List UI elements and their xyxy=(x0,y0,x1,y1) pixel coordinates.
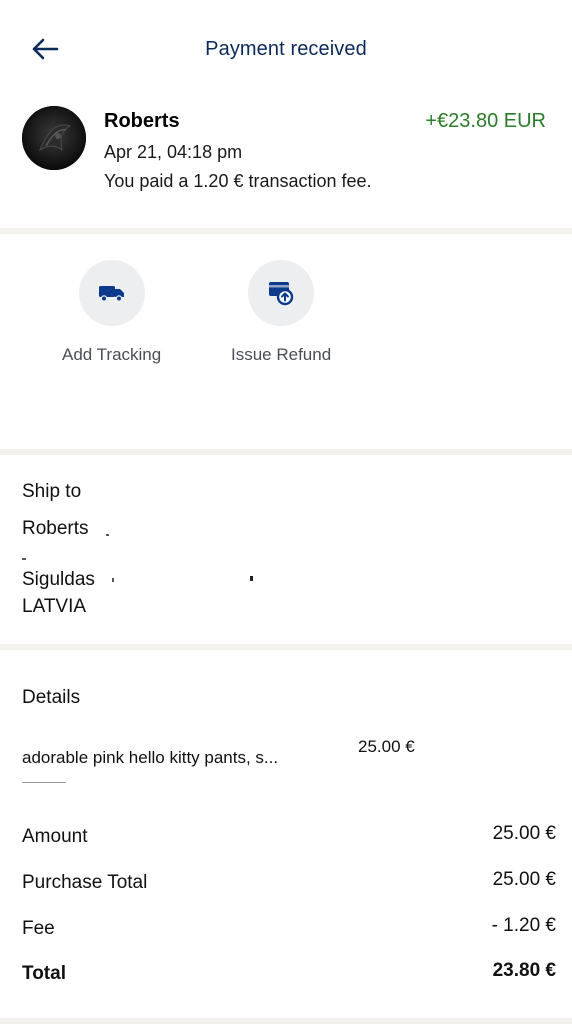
divider xyxy=(0,228,572,234)
amount-label: Amount xyxy=(22,826,88,847)
issue-refund-button[interactable]: Issue Refund xyxy=(231,260,331,365)
redaction-mark xyxy=(106,534,109,536)
avatar xyxy=(22,106,86,170)
redaction-mark xyxy=(250,576,253,581)
truck-icon xyxy=(98,286,124,302)
amount-value: 25.00 € xyxy=(492,823,556,844)
ship-to-country: LATVIA xyxy=(22,596,87,617)
add-tracking-button[interactable]: Add Tracking xyxy=(62,260,161,365)
payer-name: Roberts xyxy=(104,110,180,132)
purchase-total-label: Purchase Total xyxy=(22,872,148,893)
item-price: 25.00 € xyxy=(358,737,415,756)
purchase-total-value: 25.00 € xyxy=(492,869,556,890)
issue-refund-label: Issue Refund xyxy=(231,345,332,364)
ship-to-heading: Ship to xyxy=(22,481,82,502)
item-description: adorable pink hello kitty pants, s... xyxy=(22,748,279,767)
redaction-mark xyxy=(22,782,66,783)
refund-icon xyxy=(269,282,294,306)
redaction-mark xyxy=(22,558,26,560)
details-heading: Details xyxy=(22,687,81,708)
fee-note: You paid a 1.20 € transaction fee. xyxy=(104,171,372,191)
transaction-date: Apr 21, 04:18 pm xyxy=(104,142,243,162)
ship-to-city: Siguldas xyxy=(22,569,95,590)
divider xyxy=(0,449,572,455)
amount-received: +€23.80 EUR xyxy=(425,110,546,132)
divider xyxy=(0,644,572,650)
redaction-mark xyxy=(112,578,114,582)
fee-value: - 1.20 € xyxy=(491,915,556,936)
add-tracking-label: Add Tracking xyxy=(62,345,162,364)
total-value: 23.80 € xyxy=(492,960,556,981)
issue-refund-icon-circle xyxy=(248,260,315,326)
fee-label: Fee xyxy=(22,918,55,939)
page-title: Payment received xyxy=(205,38,367,60)
total-label: Total xyxy=(22,963,66,984)
divider xyxy=(0,1018,572,1024)
add-tracking-icon-circle xyxy=(78,260,145,326)
ship-to-name: Roberts xyxy=(22,518,89,539)
